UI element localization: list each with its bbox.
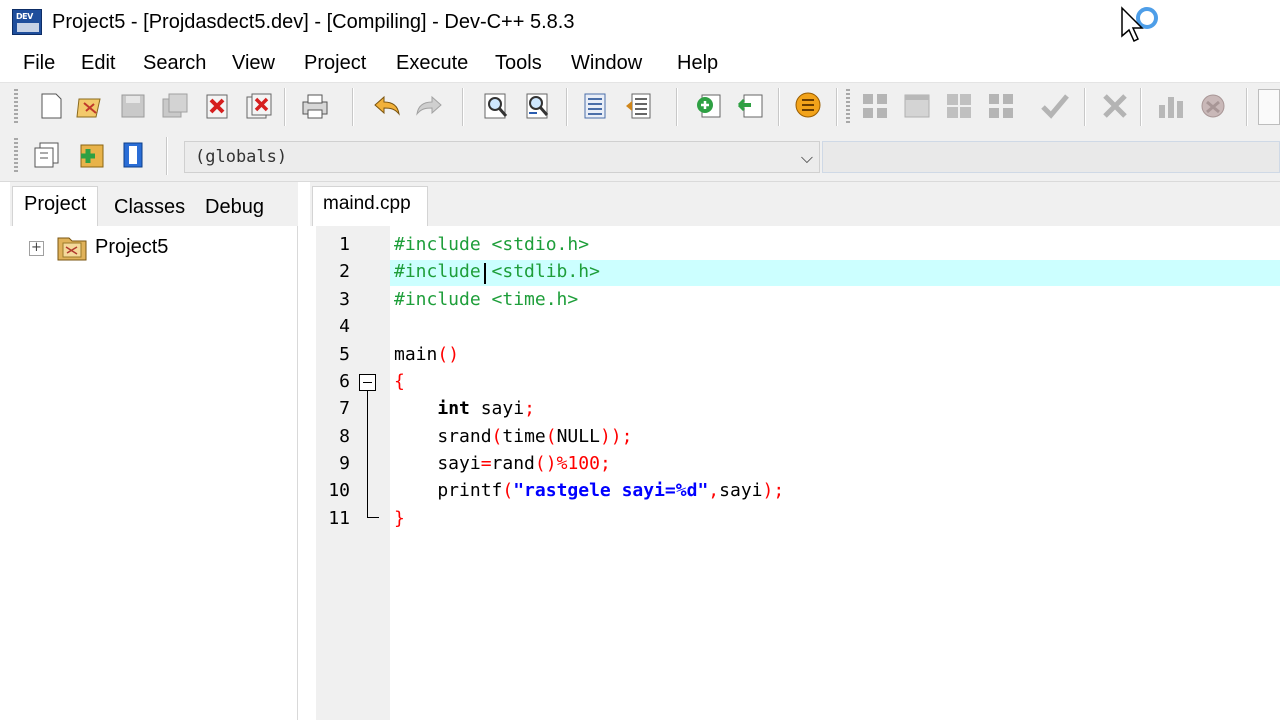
goto-remove-icon[interactable] [736,91,766,121]
tab-project[interactable]: Project [24,193,86,216]
scope-combo[interactable]: (globals) ⌵ [184,141,820,173]
line-number: 1 [339,234,350,255]
tab-classes[interactable]: Classes [114,196,185,219]
menu-file[interactable]: File [23,52,55,75]
tree-item-project[interactable]: Project5 [95,236,168,259]
code-line: } [394,508,405,529]
toolbar-separator [778,88,780,126]
line-number: 9 [339,453,350,474]
rebuild-icon[interactable] [986,91,1016,121]
line-number: 6 [339,371,350,392]
line-number: 3 [339,289,350,310]
menu-bar: File Edit Search View Project Execute To… [0,46,1280,82]
check-icon[interactable] [1040,91,1070,121]
chart-icon[interactable] [1156,91,1186,121]
print-icon[interactable] [300,91,330,121]
toolbar-separator [462,88,464,126]
toolbar-separator [284,88,286,126]
fold-collapse-icon[interactable] [359,374,376,391]
toolbar-separator [566,88,568,126]
indent-icon[interactable] [580,91,610,121]
code-line: #include <time.h> [394,289,579,310]
menu-execute[interactable]: Execute [396,52,468,75]
stop-icon[interactable] [1100,91,1130,121]
text-caret [484,263,486,284]
find-icon[interactable] [481,91,511,121]
line-number: 4 [339,316,350,337]
window-title: Project5 - [Projdasdect5.dev] - [Compili… [52,11,575,33]
code-line: sayi=rand()%100; [394,453,611,474]
new-file-icon[interactable] [36,91,66,121]
dev-cpp-app-icon[interactable]: DEV [12,9,42,35]
line-number: 7 [339,398,350,419]
toolbar-separator [1084,88,1086,126]
fold-guide [367,391,368,517]
mouse-cursor-icon [1121,6,1158,43]
menu-tools[interactable]: Tools [495,52,542,75]
line-number: 11 [328,508,350,529]
menu-search[interactable]: Search [143,52,206,75]
close-all-icon[interactable] [244,91,274,121]
line-number: 8 [339,426,350,447]
line-number: 5 [339,344,350,365]
code-line: printf("rastgele sayi=%d",sayi); [394,480,785,501]
code-line: #include <stdio.h> [394,234,590,255]
bookmark-icon[interactable] [793,90,823,120]
editor-tabs [310,182,1280,226]
toolbar-separator [836,88,838,126]
toolbar-separator [1140,88,1142,126]
unindent-icon[interactable] [624,91,654,121]
goto-add-icon[interactable] [694,91,724,121]
toolbar-overflow-box[interactable] [1258,89,1280,125]
tab-maind-cpp[interactable]: maind.cpp [323,193,411,215]
menu-view[interactable]: View [232,52,275,75]
code-line: int sayi; [437,398,535,419]
function-combo[interactable] [822,141,1280,173]
toolbar-separator [352,88,354,126]
toolbar-grip[interactable] [14,89,18,125]
compile-run-icon[interactable] [944,91,974,121]
compile-icon[interactable] [860,91,890,121]
project-options-icon[interactable] [118,140,148,170]
app-icon-label: DEV [16,12,33,21]
menu-project[interactable]: Project [304,52,366,75]
toolbar-separator [676,88,678,126]
menu-window[interactable]: Window [571,52,642,75]
menu-help[interactable]: Help [677,52,718,75]
scope-combo-value: (globals) [195,147,288,167]
save-icon[interactable] [118,91,148,121]
tab-debug[interactable]: Debug [205,196,264,219]
toolbar-separator [1246,88,1248,126]
toolbar-separator [166,137,168,175]
chevron-down-icon[interactable]: ⌵ [801,148,813,168]
line-number: 10 [328,480,350,501]
code-line: { [394,371,405,392]
profile-icon[interactable] [1198,91,1228,121]
code-line: main() [394,344,460,365]
tree-expand-icon[interactable]: + [29,241,44,256]
add-file-icon[interactable] [76,140,106,170]
close-icon[interactable] [202,91,232,121]
toolbar-grip[interactable] [846,89,850,125]
menu-edit[interactable]: Edit [81,52,115,75]
title-bar: DEV Project5 - [Projdasdect5.dev] - [Com… [0,0,1280,46]
code-line: srand(time(NULL)); [394,426,633,447]
toolbar-grip[interactable] [14,138,18,174]
replace-icon[interactable] [523,91,553,121]
run-icon[interactable] [902,91,932,121]
save-all-icon[interactable] [160,91,190,121]
code-line: #include <stdlib.h> [394,261,600,282]
fold-guide-end [367,517,379,518]
open-project-icon[interactable] [74,91,104,121]
line-number: 2 [339,261,350,282]
redo-icon[interactable] [414,91,444,121]
project-folder-icon [57,237,87,261]
undo-icon[interactable] [372,91,402,121]
project-browser [10,226,298,720]
new-class-icon[interactable] [32,140,62,170]
main-toolbar [0,82,1280,130]
